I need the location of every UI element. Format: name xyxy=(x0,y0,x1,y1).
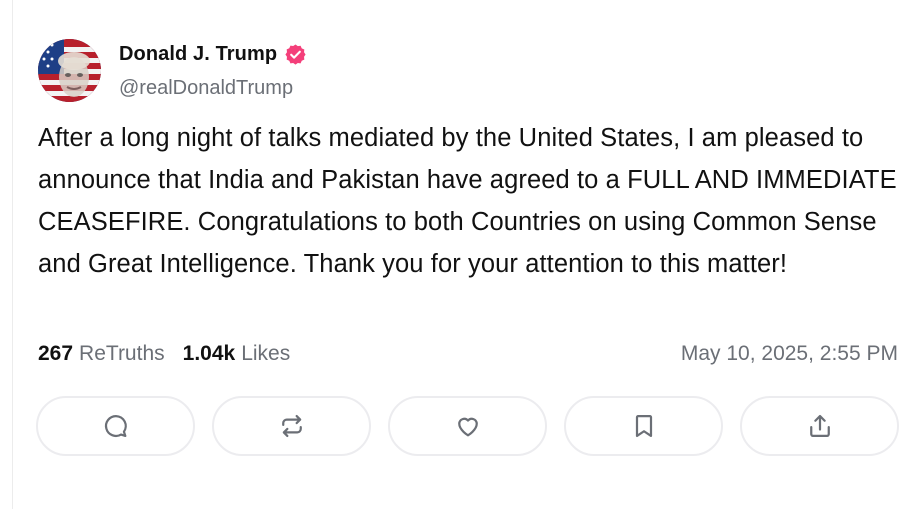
reply-button[interactable] xyxy=(36,396,195,456)
like-icon xyxy=(457,417,478,437)
author-display-name[interactable]: Donald J. Trump xyxy=(119,43,277,66)
post-stats: 267 ReTruths 1.04k Likes xyxy=(38,342,290,366)
bookmark-button[interactable] xyxy=(564,396,723,456)
verified-badge-icon xyxy=(284,43,307,66)
likes-label[interactable]: Likes xyxy=(241,342,290,366)
post-timestamp[interactable]: May 10, 2025, 2:55 PM xyxy=(681,342,898,366)
avatar[interactable] xyxy=(38,39,101,102)
author-handle[interactable]: @realDonaldTrump xyxy=(119,77,293,100)
share-icon xyxy=(809,414,830,438)
like-button[interactable] xyxy=(388,396,547,456)
retruth-icon xyxy=(281,414,302,438)
retruths-count[interactable]: 267 xyxy=(38,342,73,366)
retruth-button[interactable] xyxy=(212,396,371,456)
post-action-bar xyxy=(36,396,899,456)
retruths-label[interactable]: ReTruths xyxy=(79,342,165,366)
author-name-row[interactable]: Donald J. Trump xyxy=(119,43,307,66)
share-button[interactable] xyxy=(740,396,899,456)
avatar-image xyxy=(38,39,101,102)
bookmark-icon xyxy=(635,414,652,438)
likes-count[interactable]: 1.04k xyxy=(183,342,236,366)
post-left-border xyxy=(12,0,13,509)
post-body-text: After a long night of talks mediated by … xyxy=(38,124,897,278)
reply-icon xyxy=(104,414,127,438)
